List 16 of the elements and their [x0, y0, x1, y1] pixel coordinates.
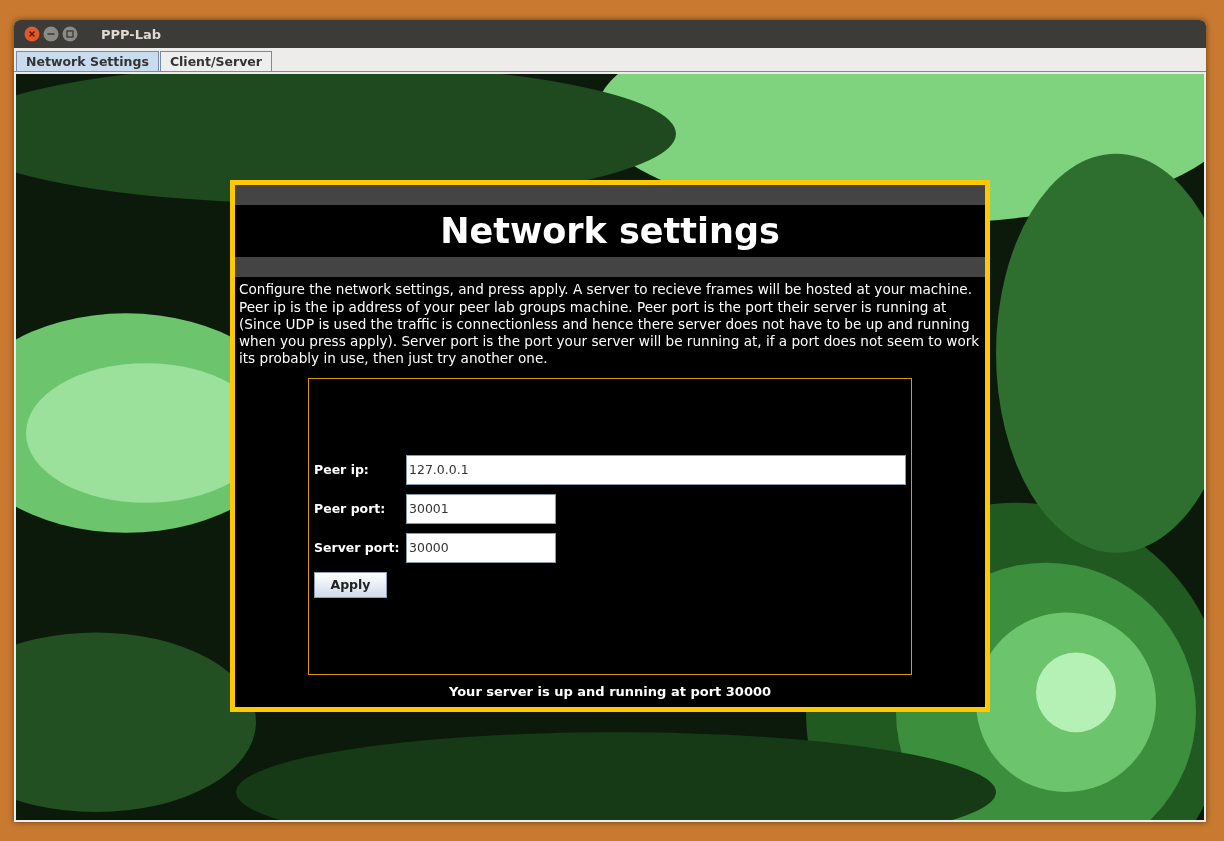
input-field[interactable]: 30000 — [406, 532, 556, 563]
description-text: Configure the network settings, and press apply. A server to recieve frames will be hosted at your machine. Peer ip is the ip address of your peer lab groups machine. Peer port is the port their server is running at (Since UDP is used the traffic is connectionless and hence there server does not have to be up and running when you press apply). Server port is the port your server will be running at, if a port does not seem to work its probably in use, then just try another one. — [239, 281, 981, 368]
tab[interactable]: Client/Server — [159, 51, 272, 71]
tab[interactable]: Network Settings — [16, 51, 159, 71]
maximize-icon[interactable] — [62, 26, 78, 42]
close-icon[interactable] — [24, 26, 40, 42]
input-field[interactable]: 127.0.0.1 — [406, 454, 906, 485]
apply-button[interactable]: Apply — [314, 571, 387, 598]
panel-title: Network settings — [439, 210, 781, 254]
field-label: Peer port: — [314, 501, 387, 516]
field-label: Server port: — [314, 540, 401, 555]
status-text: Your server is up and running at port 30000 — [447, 682, 773, 701]
minimize-icon[interactable] — [43, 26, 59, 42]
window-title: PPP-Lab — [101, 26, 162, 42]
field-label: Peer ip: — [314, 462, 370, 477]
input-field[interactable]: 30001 — [406, 493, 556, 524]
